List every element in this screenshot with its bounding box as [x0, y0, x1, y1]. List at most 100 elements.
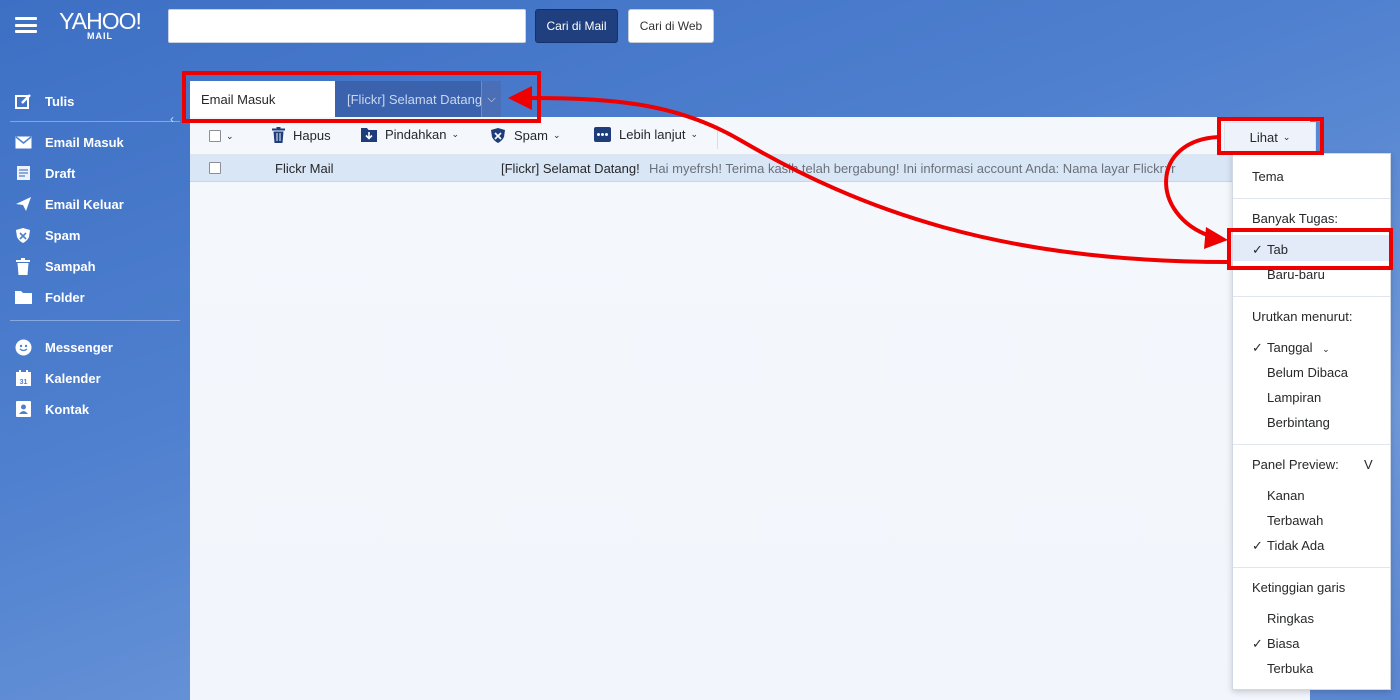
- menu-item-tab[interactable]: Tab: [1267, 242, 1288, 257]
- menu-item-theme[interactable]: Tema: [1252, 169, 1284, 184]
- message-toolbar: ⌄ Hapus Pindahkan ⌄ Spam ⌄ Lebih lanjut …: [190, 117, 1310, 155]
- menu-item-recent[interactable]: Baru-baru: [1267, 267, 1325, 282]
- preview-shortcut: V: [1364, 457, 1373, 472]
- sidebar-item-spam[interactable]: Spam: [14, 223, 179, 247]
- compose-label: Tulis: [45, 93, 75, 109]
- trash-icon: [272, 127, 285, 143]
- tab-label: [Flickr] Selamat Datang: [347, 91, 481, 107]
- tab-flickr-welcome[interactable]: [Flickr] Selamat Datang: [335, 81, 481, 117]
- chevron-down-icon: ⌄: [690, 129, 699, 139]
- ellipsis-icon: [594, 127, 611, 142]
- sidebar-item-messenger[interactable]: Messenger: [14, 335, 179, 359]
- sidebar-item-label: Spam: [45, 227, 81, 243]
- sidebar-item-label: Messenger: [45, 339, 113, 355]
- more-label: Lebih lanjut: [619, 127, 686, 142]
- menu-item-preview-bottom[interactable]: Terbawah: [1267, 513, 1323, 528]
- menu-divider: [1233, 444, 1390, 445]
- chevron-down-icon[interactable]: ⌄: [226, 131, 234, 142]
- sidebar-divider: [10, 320, 180, 321]
- tab-bar: Email Masuk [Flickr] Selamat Datang ⌵: [190, 81, 501, 117]
- select-all-checkbox[interactable]: ⌄: [209, 130, 234, 142]
- delete-button[interactable]: Hapus: [272, 127, 331, 143]
- menu-divider: [1233, 567, 1390, 568]
- menu-divider: [1233, 198, 1390, 199]
- shield-icon: [490, 127, 506, 144]
- message-subject: [Flickr] Selamat Datang!: [501, 161, 640, 176]
- move-button[interactable]: Pindahkan ⌄: [361, 127, 459, 142]
- toolbar-divider: [717, 125, 718, 149]
- envelope-icon: [14, 133, 32, 151]
- message-list-panel: [190, 117, 1310, 700]
- view-label: Lihat: [1249, 129, 1278, 145]
- shield-icon: [14, 226, 32, 244]
- tab-overflow-button[interactable]: ⌵: [481, 81, 501, 117]
- paper-plane-icon: [14, 195, 32, 213]
- sidebar-item-calendar[interactable]: 31 Kalender: [14, 366, 179, 390]
- trash-icon: [14, 257, 32, 275]
- sort-date-label: Tanggal: [1267, 340, 1313, 355]
- sidebar-item-trash[interactable]: Sampah: [14, 254, 179, 278]
- tab-label: Email Masuk: [201, 91, 276, 107]
- smiley-icon: [14, 338, 32, 356]
- menu-heading-multitask: Banyak Tugas:: [1252, 211, 1338, 226]
- sidebar-item-draft[interactable]: Draft: [14, 161, 179, 185]
- menu-icon[interactable]: [15, 17, 37, 33]
- search-web-button[interactable]: Cari di Web: [628, 9, 714, 43]
- chevron-down-icon: ⌵: [487, 92, 496, 105]
- menu-item-preview-none[interactable]: Tidak Ada: [1267, 538, 1324, 553]
- compose-button[interactable]: Tulis: [14, 89, 179, 113]
- message-snippet: Hai myefrsh! Terima kasih telah bergabun…: [649, 161, 1176, 176]
- folder-icon: [14, 288, 32, 306]
- menu-item-sort-date[interactable]: Tanggal ⌄: [1267, 340, 1330, 355]
- move-to-folder-icon: [361, 127, 377, 142]
- menu-item-line-compact[interactable]: Ringkas: [1267, 611, 1314, 626]
- sidebar-item-inbox[interactable]: Email Masuk: [14, 130, 179, 154]
- checkmark-icon: ✓: [1252, 242, 1263, 257]
- chevron-down-icon: ⌄: [1322, 344, 1330, 354]
- yahoo-mail-logo[interactable]: YAHOO! MAIL: [54, 8, 146, 41]
- sidebar-item-label: Draft: [45, 165, 76, 181]
- table-row[interactable]: Flickr Mail [Flickr] Selamat Datang! Hai…: [190, 155, 1232, 182]
- menu-heading-preview: Panel Preview:: [1252, 457, 1339, 472]
- sidebar-item-label: Folder: [45, 289, 85, 305]
- contact-icon: [14, 400, 32, 418]
- chevron-down-icon: ⌄: [1282, 131, 1291, 142]
- menu-item-line-normal[interactable]: Biasa: [1267, 636, 1300, 651]
- row-checkbox[interactable]: [209, 162, 221, 174]
- move-label: Pindahkan: [385, 127, 447, 142]
- menu-item-line-open[interactable]: Terbuka: [1267, 661, 1313, 676]
- menu-item-sort-attachment[interactable]: Lampiran: [1267, 390, 1321, 405]
- view-menu-button[interactable]: Lihat ⌄: [1224, 122, 1316, 152]
- view-dropdown-menu: Tema Banyak Tugas: ✓ Tab Baru-baru Urutk…: [1232, 153, 1391, 690]
- spam-button[interactable]: Spam ⌄: [490, 127, 561, 144]
- more-actions-button[interactable]: Lebih lanjut ⌄: [594, 127, 698, 142]
- spam-label: Spam: [514, 128, 548, 143]
- menu-heading-sort: Urutkan menurut:: [1252, 309, 1353, 324]
- svg-text:31: 31: [19, 379, 27, 386]
- menu-item-preview-right[interactable]: Kanan: [1267, 488, 1305, 503]
- sidebar-item-label: Email Keluar: [45, 196, 124, 212]
- draft-icon: [14, 164, 32, 182]
- sidebar-item-contacts[interactable]: Kontak: [14, 397, 179, 421]
- compose-icon: [14, 92, 32, 110]
- sidebar-item-folder[interactable]: Folder: [14, 285, 179, 309]
- search-mail-button[interactable]: Cari di Mail: [535, 9, 618, 43]
- checkmark-icon: ✓: [1252, 636, 1263, 651]
- sidebar-item-outbox[interactable]: Email Keluar: [14, 192, 179, 216]
- tab-inbox[interactable]: Email Masuk: [190, 81, 335, 117]
- calendar-icon: 31: [14, 369, 32, 387]
- collapse-sidebar-icon[interactable]: ‹: [170, 112, 174, 126]
- checkbox[interactable]: [209, 130, 221, 142]
- sidebar-item-label: Sampah: [45, 258, 96, 274]
- sidebar-divider: [10, 121, 180, 122]
- checkmark-icon: ✓: [1252, 538, 1263, 553]
- sidebar-item-label: Kontak: [45, 401, 90, 417]
- sidebar-item-label: Kalender: [45, 370, 101, 386]
- delete-label: Hapus: [293, 127, 331, 143]
- menu-item-sort-starred[interactable]: Berbintang: [1267, 415, 1330, 430]
- checkmark-icon: ✓: [1252, 340, 1263, 355]
- search-input[interactable]: [168, 9, 526, 43]
- chevron-down-icon: ⌄: [451, 129, 459, 139]
- chevron-down-icon: ⌄: [552, 130, 561, 140]
- menu-item-sort-unread[interactable]: Belum Dibaca: [1267, 365, 1348, 380]
